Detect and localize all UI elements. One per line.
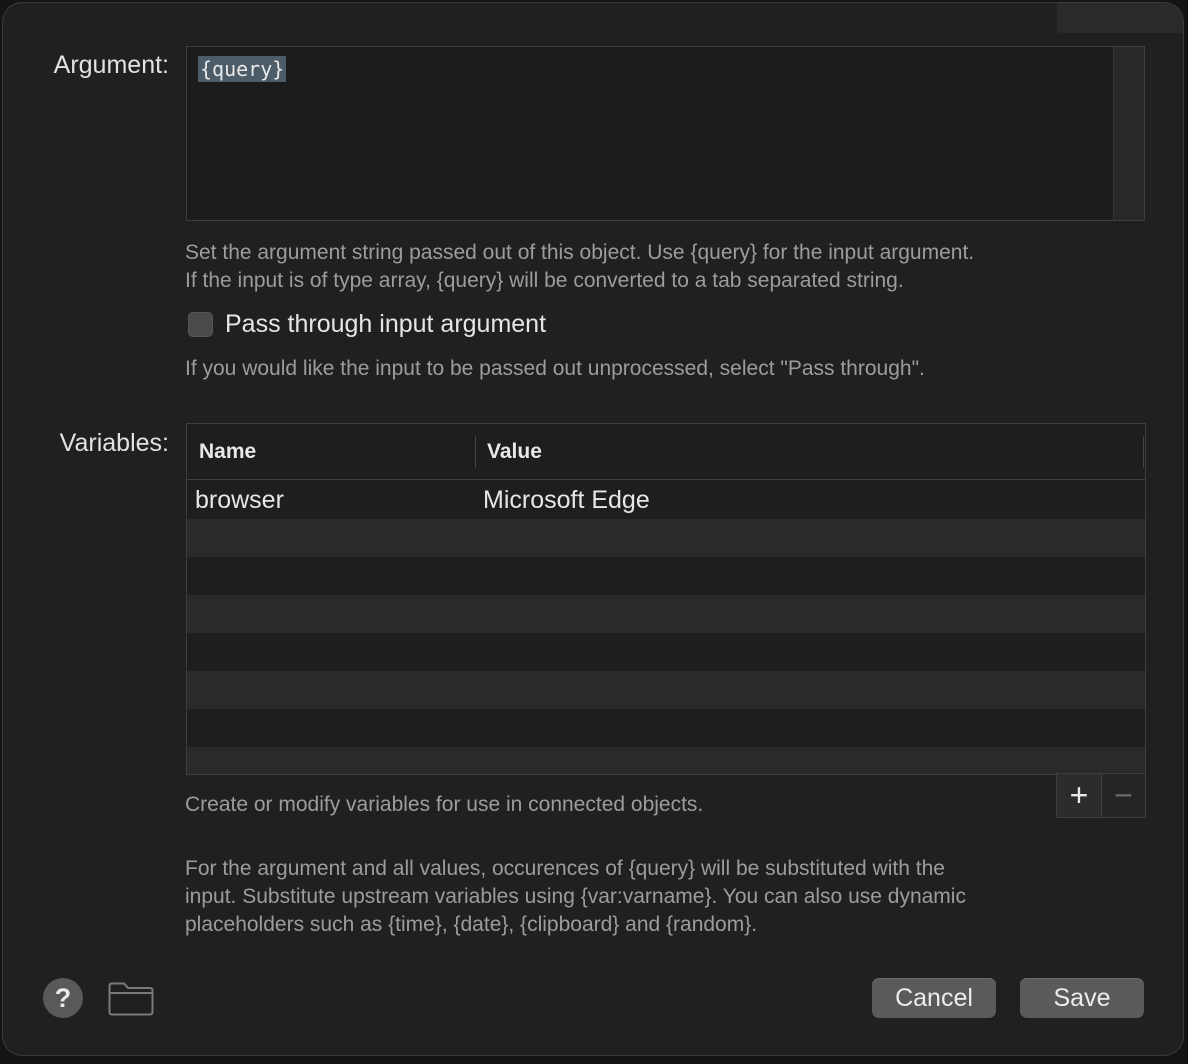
table-row-empty <box>187 519 1145 557</box>
question-icon: ? <box>54 982 72 1013</box>
cancel-button[interactable]: Cancel <box>872 978 996 1018</box>
table-row-empty <box>187 671 1145 709</box>
footer-help-line1: For the argument and all values, occuren… <box>185 857 945 880</box>
dialog-window: Argument: {query} Set the argument strin… <box>2 2 1184 1056</box>
plus-icon: + <box>1069 777 1089 813</box>
argument-help-line2: If the input is of type array, {query} w… <box>185 269 904 292</box>
table-row-empty <box>187 747 1145 774</box>
table-header: Name Value <box>187 424 1145 480</box>
save-button[interactable]: Save <box>1020 978 1144 1018</box>
variables-help: Create or modify variables for use in co… <box>185 793 704 816</box>
column-header-value[interactable]: Value <box>487 440 542 464</box>
table-row-empty <box>187 595 1145 633</box>
column-divider[interactable] <box>1143 436 1144 468</box>
passthrough-help: If you would like the input to be passed… <box>185 357 925 380</box>
help-button[interactable]: ? <box>43 978 83 1018</box>
table-row-empty <box>187 709 1145 747</box>
argument-textarea[interactable]: {query} <box>186 46 1145 221</box>
column-divider[interactable] <box>475 436 476 468</box>
variables-label: Variables: <box>59 429 169 457</box>
argument-scrollbar[interactable] <box>1113 47 1144 220</box>
add-variable-button[interactable]: + <box>1056 773 1102 818</box>
folder-icon <box>108 982 154 1016</box>
column-header-name[interactable]: Name <box>199 440 256 464</box>
argument-value[interactable]: {query} <box>198 56 287 82</box>
folder-button[interactable] <box>108 982 154 1021</box>
window-corner-region <box>1057 3 1183 33</box>
table-row-empty <box>187 633 1145 671</box>
remove-variable-button[interactable]: − <box>1101 773 1146 818</box>
footer-help-line3: placeholders such as {time}, {date}, {cl… <box>185 913 758 936</box>
cell-value[interactable]: Microsoft Edge <box>483 486 650 515</box>
passthrough-label[interactable]: Pass through input argument <box>225 310 546 339</box>
table-row[interactable]: browser Microsoft Edge <box>187 481 1145 519</box>
argument-help-line1: Set the argument string passed out of th… <box>185 241 975 264</box>
footer-help-line2: input. Substitute upstream variables usi… <box>185 885 966 908</box>
passthrough-checkbox[interactable] <box>188 312 213 337</box>
minus-icon: − <box>1114 777 1133 813</box>
variables-table[interactable]: Name Value browser Microsoft Edge <box>186 423 1146 775</box>
cell-name[interactable]: browser <box>195 486 284 515</box>
table-row-empty <box>187 557 1145 595</box>
argument-label: Argument: <box>53 51 169 79</box>
